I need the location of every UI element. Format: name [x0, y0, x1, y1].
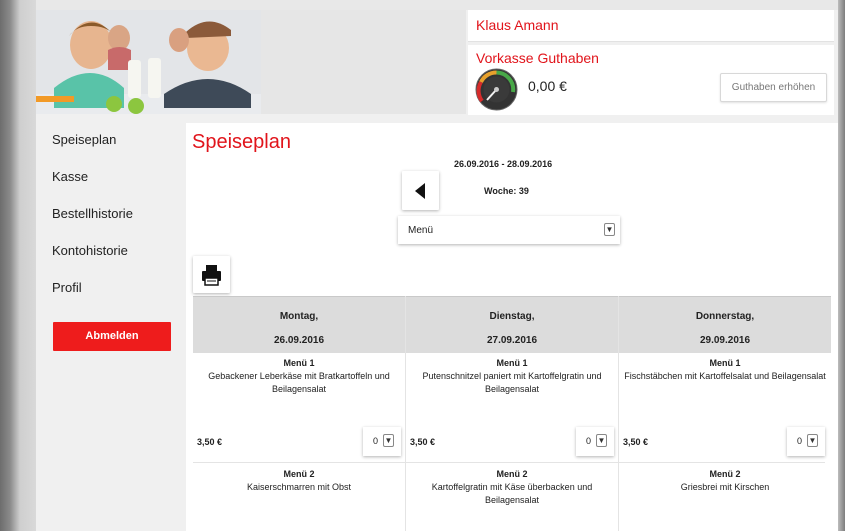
menu-description: Gebackener Leberkäse mit Bratkartoffeln … — [208, 371, 390, 394]
menu-title: Menü 1 — [496, 358, 528, 368]
page-title: Speiseplan — [192, 131, 291, 153]
day-column-donnerstag: Donnerstag, 29.09.2016 Menü 1 Fischstäbc… — [619, 296, 831, 531]
user-panel: Klaus Amann — [468, 10, 834, 42]
menu-description: Kartoffelgratin mit Käse überbacken und … — [431, 482, 593, 505]
sidebar-item-kasse[interactable]: Kasse — [52, 169, 88, 184]
menu-title: Menü 1 — [283, 358, 315, 368]
menu-title: Menü 2 — [496, 469, 528, 479]
print-button[interactable] — [193, 256, 230, 293]
menu-item: Menü 1 Fischstäbchen mit Kartoffelsalat … — [619, 357, 831, 383]
row-divider — [193, 462, 825, 463]
credit-panel: Vorkasse Guthaben 0,00 € Guthaben erhöhe… — [468, 45, 834, 115]
menu-price: 3,50 € — [623, 437, 649, 447]
credit-title: Vorkasse Guthaben — [476, 50, 599, 66]
sidebar-item-bestellhistorie[interactable]: Bestellhistorie — [52, 206, 133, 221]
user-name: Klaus Amann — [476, 17, 559, 33]
menu-item: Menü 2 Kartoffelgratin mit Käse überback… — [406, 468, 618, 507]
logout-button[interactable]: Abmelden — [53, 322, 171, 351]
triangle-left-icon — [415, 183, 425, 199]
menu-select[interactable]: Menü ▼ — [398, 216, 620, 244]
sidebar-item-speiseplan[interactable]: Speiseplan — [52, 132, 116, 147]
quantity-select[interactable]: 0 ▼ — [576, 427, 614, 456]
sidebar-item-profil[interactable]: Profil — [52, 280, 82, 295]
menu-item: Menü 2 Kaiserschmarren mit Obst — [193, 468, 405, 494]
kids-illustration — [36, 10, 261, 114]
day-name: Montag, — [279, 311, 319, 322]
window-right-edge — [838, 0, 845, 531]
chevron-down-icon: ▼ — [383, 434, 394, 447]
menu-description: Griesbrei mit Kirschen — [680, 482, 770, 492]
sidebar-item-kontohistorie[interactable]: Kontohistorie — [52, 243, 128, 258]
menu-price: 3,50 € — [197, 437, 223, 447]
menu-description: Kaiserschmarren mit Obst — [246, 482, 352, 492]
menu-item: Menü 1 Gebackener Leberkäse mit Bratkart… — [193, 357, 405, 396]
column-divider — [405, 296, 406, 531]
menu-item: Menü 1 Putenschnitzel paniert mit Kartof… — [406, 357, 618, 396]
menu-title: Menü 2 — [709, 469, 741, 479]
header-kids-image — [36, 10, 261, 114]
day-column-montag: Montag, 26.09.2016 Menü 1 Gebackener Leb… — [193, 296, 405, 531]
quantity-select[interactable]: 0 ▼ — [363, 427, 401, 456]
chevron-down-icon: ▼ — [596, 434, 607, 447]
window-left-edge — [0, 0, 36, 531]
quantity-value: 0 — [586, 436, 592, 446]
day-name: Dienstag, — [489, 311, 535, 322]
chevron-down-icon: ▼ — [807, 434, 818, 447]
day-name: Donnerstag, — [695, 311, 755, 322]
day-date: 26.09.2016 — [273, 335, 325, 346]
menu-price: 3,50 € — [410, 437, 436, 447]
day-header: Dienstag, 27.09.2016 — [406, 296, 618, 353]
date-range: 26.09.2016 - 28.09.2016 — [454, 159, 553, 169]
menu-item: Menü 2 Griesbrei mit Kirschen — [619, 468, 831, 494]
header-background — [261, 10, 466, 114]
top-strip — [36, 0, 838, 10]
week-label: Woche: 39 — [484, 186, 529, 196]
day-date: 29.09.2016 — [699, 335, 751, 346]
quantity-select[interactable]: 0 ▼ — [787, 427, 825, 456]
quantity-value: 0 — [797, 436, 803, 446]
quantity-value: 0 — [373, 436, 379, 446]
credit-amount: 0,00 € — [528, 78, 567, 94]
gauge-icon — [475, 68, 518, 111]
printer-icon — [202, 265, 221, 286]
day-header: Montag, 26.09.2016 — [193, 296, 405, 353]
day-header: Donnerstag, 29.09.2016 — [619, 296, 831, 353]
menu-description: Putenschnitzel paniert mit Kartoffelgrat… — [422, 371, 602, 394]
main-panel: Speiseplan 26.09.2016 - 28.09.2016 Woche… — [186, 123, 838, 531]
previous-week-button[interactable] — [402, 171, 439, 210]
day-date: 27.09.2016 — [486, 335, 538, 346]
menu-title: Menü 1 — [709, 358, 741, 368]
topup-button[interactable]: Guthaben erhöhen — [720, 73, 827, 102]
menu-select-value: Menü — [408, 225, 434, 236]
chevron-down-icon: ▼ — [604, 223, 615, 236]
menu-description: Fischstäbchen mit Kartoffelsalat und Bei… — [624, 371, 826, 381]
day-column-dienstag: Dienstag, 27.09.2016 Menü 1 Putenschnitz… — [406, 296, 618, 531]
sidebar: Speiseplan Kasse Bestellhistorie Kontohi… — [36, 116, 184, 531]
menu-title: Menü 2 — [283, 469, 315, 479]
column-divider — [618, 296, 619, 531]
